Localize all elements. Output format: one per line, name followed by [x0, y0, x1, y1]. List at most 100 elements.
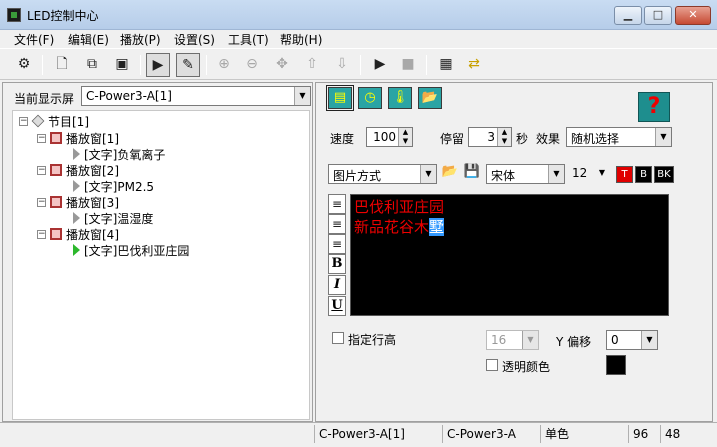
background-color-button[interactable]: B: [635, 166, 652, 183]
menu-settings[interactable]: 设置(S): [174, 31, 215, 48]
add-item-icon[interactable]: ⊕: [212, 53, 236, 77]
collapse-icon[interactable]: −: [19, 116, 28, 126]
edit-program-icon[interactable]: ✎: [176, 53, 200, 77]
menu-tools[interactable]: 工具(T): [228, 31, 269, 48]
title-bar: [0, 0, 717, 30]
chevron-down-icon[interactable]: ▼: [420, 165, 436, 183]
window-icon: [50, 164, 62, 176]
send-icon[interactable]: ⇄: [462, 53, 486, 77]
program-tree[interactable]: − 节目[1] − 播放窗[1] [文字]负氧离子 − 播放窗[2] [文字]P…: [12, 110, 310, 420]
menu-edit[interactable]: 编辑(E): [68, 31, 109, 48]
screen-select[interactable]: C-Power3-A[1] ▼: [81, 86, 311, 106]
tree-label: 播放窗[2]: [66, 163, 119, 178]
minimize-button[interactable]: ▁: [614, 6, 642, 25]
up-arrow-icon[interactable]: ⇧: [300, 53, 324, 77]
clock-tab-icon[interactable]: ◷: [358, 87, 382, 109]
tree-node-window-1[interactable]: − 播放窗[1]: [37, 130, 119, 146]
close-button[interactable]: ✕: [675, 6, 711, 25]
border-color-button[interactable]: BK: [654, 166, 674, 183]
tree-label: 节目[1]: [48, 114, 89, 129]
text-tab-icon[interactable]: ▤: [326, 85, 354, 111]
collapse-icon[interactable]: −: [37, 165, 46, 175]
chevron-down-icon[interactable]: ▼: [594, 164, 610, 182]
speed-stepper[interactable]: 100 ▲ ▼: [366, 127, 413, 147]
collapse-icon[interactable]: −: [37, 133, 46, 143]
display-mode-select[interactable]: 图片方式 ▼: [328, 164, 437, 184]
tree-node-window-3[interactable]: − 播放窗[3]: [37, 194, 119, 210]
transparent-color-swatch[interactable]: [606, 355, 626, 375]
copy-screen-icon[interactable]: ⧉: [80, 53, 104, 77]
open-file-icon[interactable]: 📂: [440, 163, 460, 183]
thermometer-tab-icon[interactable]: 🌡: [388, 87, 412, 109]
menu-play[interactable]: 播放(P): [120, 31, 161, 48]
stay-stepper[interactable]: 3 ▲ ▼: [468, 127, 512, 147]
move-icon[interactable]: ✥: [270, 53, 294, 77]
tree-label: 播放窗[3]: [66, 195, 119, 210]
grid-icon[interactable]: ▦: [434, 53, 458, 77]
align-left-icon[interactable]: ≡: [328, 194, 346, 214]
italic-button[interactable]: I: [328, 275, 346, 295]
settings-gear-icon[interactable]: ⚙: [12, 53, 36, 77]
font-select[interactable]: 宋体 ▼: [486, 164, 565, 184]
program-icon[interactable]: ▶: [146, 53, 170, 77]
tree-node-text-2[interactable]: [文字]PM2.5: [73, 178, 154, 194]
down-arrow-icon[interactable]: ⇩: [330, 53, 354, 77]
window-icon[interactable]: ▣: [110, 53, 134, 77]
status-controller: C-Power3-A: [442, 425, 538, 443]
align-center-icon[interactable]: ≡: [328, 214, 346, 234]
transparent-color-checkbox[interactable]: [486, 359, 498, 371]
effect-label: 效果: [536, 132, 561, 146]
bold-button[interactable]: B: [328, 254, 346, 274]
tree-label: [文字]负氧离子: [84, 147, 166, 162]
chevron-down-icon[interactable]: ▼: [522, 331, 538, 349]
menu-help[interactable]: 帮助(H): [280, 31, 322, 48]
tree-node-window-2[interactable]: − 播放窗[2]: [37, 162, 119, 178]
new-file-icon[interactable]: 🗋: [50, 53, 74, 77]
tree-node-root[interactable]: − 节目[1]: [19, 113, 89, 129]
y-offset-label: Y 偏移: [556, 335, 592, 349]
line-height-select[interactable]: 16 ▼: [486, 330, 539, 350]
tree-node-text-3[interactable]: [文字]温湿度: [73, 210, 153, 226]
tree-node-text-4[interactable]: [文字]巴伐利亚庄园: [73, 242, 189, 258]
text-color-button[interactable]: T: [616, 166, 633, 183]
window-icon: [50, 132, 62, 144]
play-icon[interactable]: ▶: [368, 53, 392, 77]
tree-node-text-1[interactable]: [文字]负氧离子: [73, 146, 165, 162]
stay-unit: 秒: [516, 132, 529, 146]
chevron-down-icon[interactable]: ▼: [294, 87, 310, 105]
open-folder-tab-icon[interactable]: 📂: [418, 87, 442, 109]
menu-file[interactable]: 文件(F): [14, 31, 54, 48]
maximize-icon: □: [652, 8, 664, 21]
spin-arrows-icon[interactable]: ▲ ▼: [497, 128, 511, 146]
y-offset-select[interactable]: 0 ▼: [606, 330, 658, 350]
align-right-icon[interactable]: ≡: [328, 234, 346, 254]
chevron-down-icon[interactable]: ▼: [548, 165, 564, 183]
chevron-down-icon[interactable]: ▼: [655, 128, 671, 146]
stop-icon[interactable]: ■: [396, 53, 420, 77]
collapse-icon[interactable]: −: [37, 229, 46, 239]
display-mode-value: 图片方式: [333, 169, 382, 183]
maximize-button[interactable]: □: [644, 6, 672, 25]
tree-node-window-4[interactable]: − 播放窗[4]: [37, 226, 119, 242]
underline-button[interactable]: U: [328, 296, 346, 316]
stay-label: 停留: [440, 132, 465, 146]
collapse-icon[interactable]: −: [37, 197, 46, 207]
fixed-height-label: 指定行高: [348, 333, 397, 347]
help-button[interactable]: ?: [638, 92, 670, 122]
window-icon: [50, 196, 62, 208]
status-height: 48: [660, 425, 690, 443]
effect-select[interactable]: 随机选择 ▼: [566, 127, 672, 147]
fixed-height-checkbox[interactable]: [332, 332, 344, 344]
text-editor[interactable]: 巴伐利亚庄园 新品花谷木墅: [350, 194, 669, 316]
spin-arrows-icon[interactable]: ▲ ▼: [398, 128, 412, 146]
chevron-down-icon[interactable]: ▼: [641, 331, 657, 349]
screen-label: 当前显示屏: [14, 92, 75, 106]
save-file-icon[interactable]: 💾: [462, 163, 482, 183]
delete-item-icon[interactable]: ⊖: [240, 53, 264, 77]
editor-selection: 墅: [429, 218, 445, 236]
screen-select-value: C-Power3-A[1]: [86, 89, 172, 103]
y-offset-value: 0: [611, 333, 619, 347]
menu-bar: 文件(F) 编辑(E) 播放(P) 设置(S) 工具(T) 帮助(H): [0, 30, 717, 48]
tree-label: 播放窗[4]: [66, 227, 119, 242]
font-size-select[interactable]: 12 ▼: [568, 164, 610, 184]
